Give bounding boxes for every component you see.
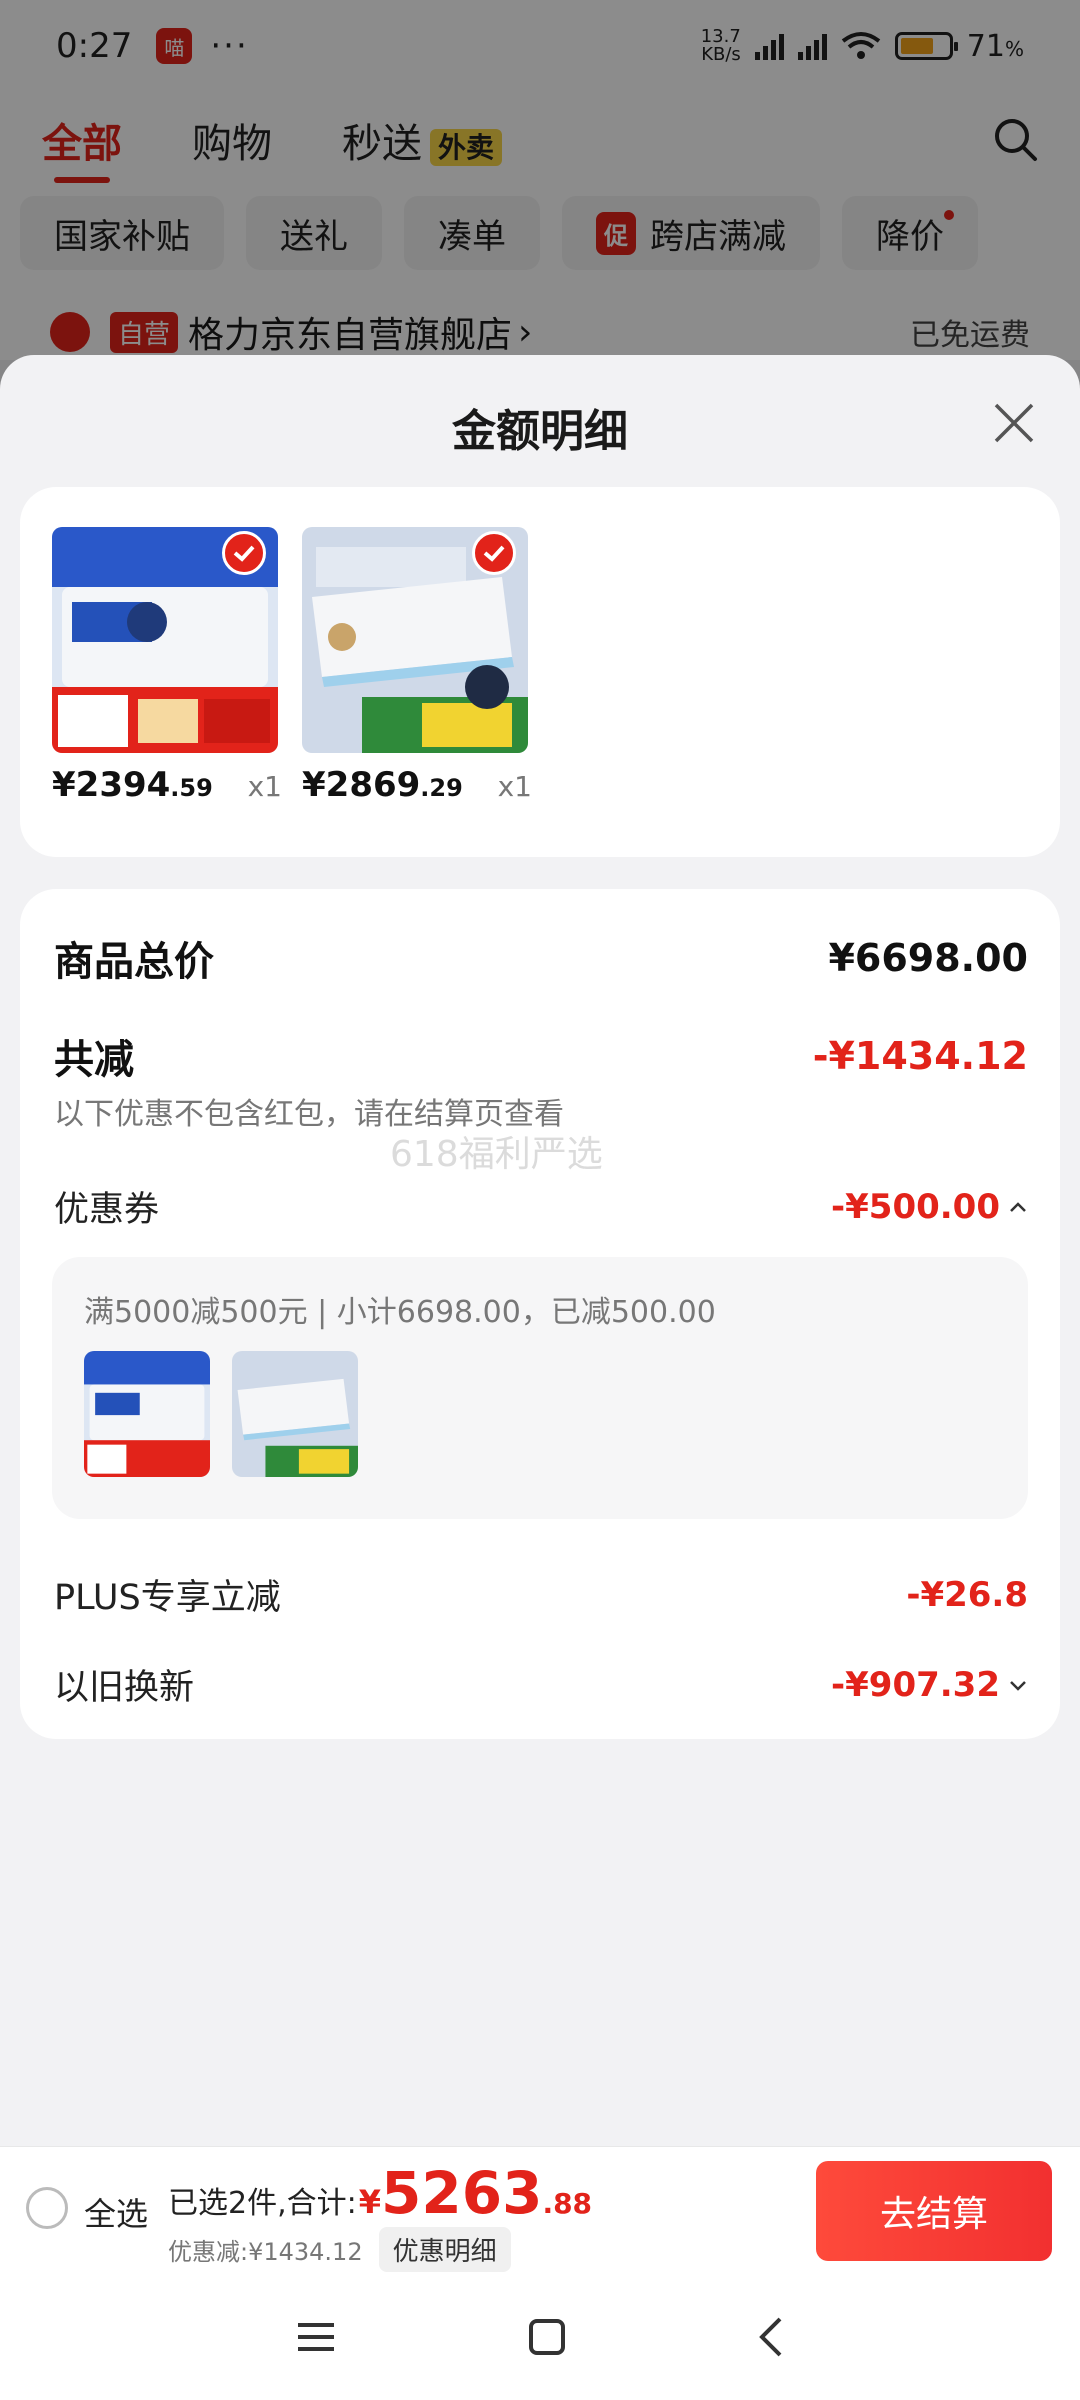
product-image-ac-1: [52, 527, 278, 753]
price-decimal: .29: [420, 774, 463, 802]
product-quantity: x1: [247, 770, 282, 803]
coupon-detail-box: 满5000减500元 | 小计6698.00，已减500.00: [52, 1257, 1028, 1519]
plus-discount-label: PLUS专享立减: [54, 1578, 281, 1618]
checkout-total-decimal: .88: [542, 2187, 593, 2220]
coupon-label: 优惠券: [54, 1190, 160, 1230]
discount-amount-text: 优惠减:¥1434.12: [168, 2238, 363, 2266]
price-integer: ¥2394: [52, 765, 171, 805]
system-navigation-bar: [0, 2274, 1080, 2400]
checkout-button[interactable]: 去结算: [816, 2161, 1052, 2261]
select-all-checkbox[interactable]: [26, 2187, 68, 2229]
coupon-description: 满5000减500元 | 小计6698.00，已减500.00: [84, 1295, 716, 1330]
product-image-ac-2: [302, 527, 528, 753]
trade-in-amount: -¥907.32: [831, 1665, 1028, 1705]
currency-symbol: ¥: [358, 2183, 381, 2221]
product-price: ¥2869.29 x1: [302, 765, 532, 805]
watermark-text: 618福利严选: [390, 1134, 603, 1175]
menu-icon[interactable]: [294, 2317, 338, 2357]
total-price-value: ¥6698.00: [828, 936, 1028, 980]
total-reduction-label: 共减: [54, 1037, 134, 1083]
product-item[interactable]: ¥2869.29 x1: [302, 527, 532, 805]
total-price-label: 商品总价: [54, 939, 214, 985]
plus-discount-row: PLUS专享立减 -¥26.8: [54, 1569, 1028, 1620]
coupon-amount: -¥500.00: [831, 1187, 1028, 1227]
checkout-summary: 已选2件,合计: ¥ 5263 .88: [168, 2159, 592, 2227]
total-price-row: 商品总价 ¥6698.00: [54, 929, 1028, 987]
discount-summary: 优惠减:¥1434.12 优惠明细: [168, 2227, 511, 2272]
plus-discount-value: -¥26.8: [906, 1574, 1028, 1615]
coupon-product-thumb: [84, 1351, 210, 1477]
checkout-bar: 全选 已选2件,合计: ¥ 5263 .88 优惠减:¥1434.12 优惠明细…: [0, 2146, 1080, 2274]
product-item[interactable]: ¥2394.59 x1: [52, 527, 282, 805]
coupon-value: -¥500.00: [831, 1186, 1000, 1227]
price-integer: ¥2869: [302, 765, 421, 805]
products-card: ¥2394.59 x1 ¥2869.29 x1: [20, 487, 1060, 857]
sheet-title: 金额明细: [452, 406, 628, 457]
trade-in-row[interactable]: 以旧换新 -¥907.32: [54, 1659, 1028, 1710]
discount-detail-button[interactable]: 优惠明细: [378, 2227, 511, 2272]
select-all-label[interactable]: 全选: [84, 2189, 148, 2235]
product-price: ¥2394.59 x1: [52, 765, 282, 805]
checkout-total-integer: 5263: [381, 2159, 543, 2227]
coupon-row[interactable]: 优惠券 -¥500.00: [54, 1181, 1028, 1232]
trade-in-value: -¥907.32: [831, 1664, 1000, 1705]
selected-count-text: 已选2件,合计:: [168, 2186, 357, 2221]
amount-detail-sheet: 金额明细 ¥2394.59 x1 ¥2869 .29 x1 商品总价 ¥6698…: [0, 355, 1080, 2155]
home-icon[interactable]: [527, 2317, 567, 2357]
chevron-up-icon: [1010, 1201, 1026, 1212]
product-quantity: x1: [497, 770, 532, 803]
price-decimal: .59: [170, 774, 213, 802]
selected-check-icon: [222, 531, 266, 575]
trade-in-label: 以旧换新: [54, 1668, 195, 1708]
total-reduction-row: 共减 -¥1434.12: [54, 1027, 1028, 1085]
coupon-product-thumb: [232, 1351, 358, 1477]
close-icon[interactable]: [988, 397, 1040, 449]
price-breakdown-card: 商品总价 ¥6698.00 共减 -¥1434.12 以下优惠不包含红包，请在结…: [20, 889, 1060, 1739]
back-icon[interactable]: [756, 2315, 786, 2359]
selected-check-icon: [472, 531, 516, 575]
chevron-down-icon: [1010, 1680, 1026, 1691]
total-reduction-value: -¥1434.12: [812, 1034, 1028, 1078]
